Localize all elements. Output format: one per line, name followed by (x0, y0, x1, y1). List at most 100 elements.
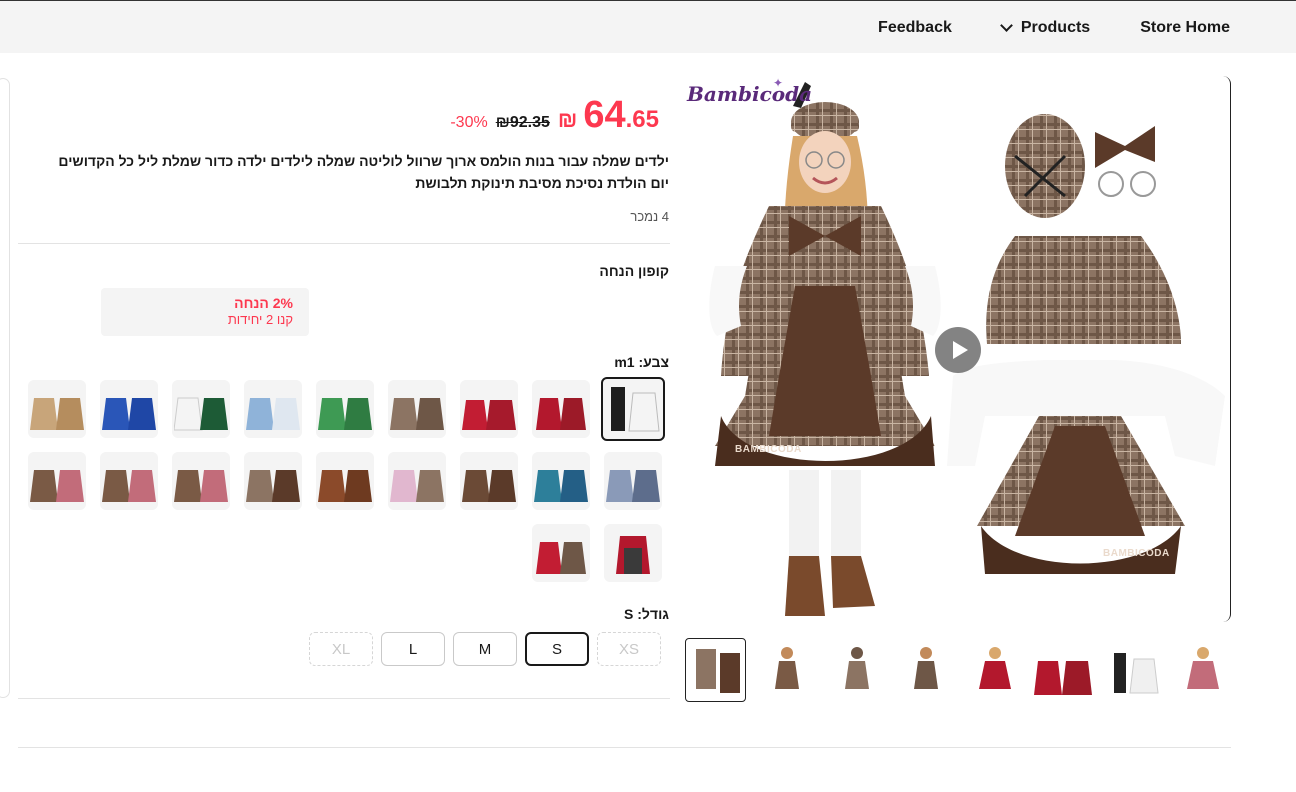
swatch-image (318, 470, 372, 502)
divider (18, 698, 670, 699)
nav-store-home-label: Store Home (1140, 18, 1230, 36)
nav-feedback-label: Feedback (878, 18, 952, 36)
color-swatch[interactable] (28, 452, 86, 510)
swatch-image (30, 470, 84, 502)
color-swatch[interactable] (316, 380, 374, 438)
color-title: צבע: m1 (614, 354, 669, 370)
price-row: -30% ₪92.35 ₪ 64 .65 (450, 94, 659, 137)
thumb-image (913, 647, 938, 689)
color-swatch[interactable] (388, 380, 446, 438)
price-integer: 64 (583, 94, 626, 136)
thumb-image (1113, 653, 1159, 694)
swatch-image (174, 470, 228, 502)
swatch-image (462, 400, 516, 430)
size-option-xs[interactable]: XS (597, 632, 661, 666)
size-option-m[interactable]: M (453, 632, 517, 666)
coupon-title: קופון הנחה (599, 263, 669, 279)
gallery-thumb[interactable] (1031, 638, 1092, 702)
thumb-image (1186, 647, 1219, 689)
size-option-s[interactable]: S (525, 632, 589, 666)
swatch-image (246, 398, 300, 430)
swatch-image (30, 398, 84, 430)
color-swatch[interactable] (172, 452, 230, 510)
chevron-down-icon (999, 18, 1013, 32)
thumb-image (1034, 661, 1092, 695)
swatch-image (390, 470, 444, 502)
divider (18, 243, 670, 244)
nav-products[interactable]: Products (999, 18, 1091, 37)
watermark-right: BAMBICODA (1103, 548, 1170, 559)
swatch-image (462, 470, 516, 502)
divider (18, 747, 1231, 748)
gallery-thumb[interactable] (754, 638, 815, 702)
gallery-thumb[interactable] (1101, 638, 1162, 702)
swatch-image (606, 470, 660, 502)
swatch-image (536, 398, 586, 430)
watermark-left: BAMBICODA (735, 444, 802, 455)
gallery-thumb[interactable] (1170, 638, 1231, 702)
product-gallery-main[interactable]: Bambicoda ✦ BAMBICODA BAMBICODA (685, 76, 1231, 622)
current-price: ₪ 64 .65 (558, 94, 659, 137)
accessories-group (947, 114, 1225, 574)
swatch-image (536, 542, 586, 574)
top-nav-bar: Feedback Products Store Home (0, 0, 1296, 53)
size-option-l[interactable]: L (381, 632, 445, 666)
store-nav: Feedback Products Store Home (878, 1, 1230, 54)
color-swatch[interactable] (532, 380, 590, 438)
brand-logo: Bambicoda (687, 82, 813, 106)
price-decimal: .65 (625, 106, 659, 133)
swatch-image (390, 398, 444, 430)
coupon-card[interactable]: 2% הנחה קנו 2 יחידות (101, 288, 309, 336)
color-swatch[interactable] (604, 524, 662, 582)
coupon-percent: 2% הנחה (234, 295, 293, 311)
nav-feedback[interactable]: Feedback (878, 19, 952, 37)
swatch-image (102, 398, 156, 430)
swatch-image (102, 470, 156, 502)
swatch-image (174, 397, 228, 431)
discount-badge: -30% (450, 114, 488, 131)
gallery-thumb[interactable] (893, 638, 954, 702)
color-swatch[interactable] (244, 452, 302, 510)
coupon-condition: קנו 2 יחידות (227, 312, 293, 327)
color-swatch[interactable] (28, 380, 86, 438)
swatch-image (616, 536, 650, 574)
sold-count: 4 נמכר (630, 209, 669, 224)
color-swatch[interactable] (532, 452, 590, 510)
size-options: XL L M S XS (309, 632, 661, 666)
swatch-image (534, 470, 588, 502)
size-option-xl[interactable]: XL (309, 632, 373, 666)
nav-store-home[interactable]: Store Home (1140, 19, 1230, 37)
color-swatch[interactable] (172, 380, 230, 438)
color-swatch-grid (22, 377, 665, 582)
color-swatch[interactable] (604, 452, 662, 510)
thumb-image (979, 647, 1011, 689)
swatch-image (318, 398, 372, 430)
color-swatch[interactable] (100, 452, 158, 510)
product-title: ילדים שמלה עבור בנות הולמס ארוך שרוול לו… (58, 153, 669, 191)
gallery-thumb[interactable] (685, 638, 747, 702)
size-title: גודל: S (624, 606, 669, 622)
thumb-image (775, 647, 800, 689)
swatch-image (611, 387, 660, 432)
color-swatch[interactable] (601, 377, 665, 441)
nav-products-label: Products (1020, 18, 1091, 36)
play-icon (952, 341, 968, 359)
color-swatch[interactable] (388, 452, 446, 510)
swatch-image (246, 470, 300, 502)
color-swatch[interactable] (460, 380, 518, 438)
side-panel-edge (0, 78, 10, 698)
original-price: ₪92.35 (495, 114, 550, 131)
play-video-button[interactable] (935, 327, 981, 373)
color-swatch[interactable] (244, 380, 302, 438)
thumb-image (696, 649, 740, 693)
color-swatch[interactable] (316, 452, 374, 510)
girl-model-figure (709, 82, 941, 616)
color-swatch[interactable] (460, 452, 518, 510)
brand-star-icon: ✦ (773, 76, 784, 90)
gallery-thumb[interactable] (824, 638, 885, 702)
price-currency: ₪ (557, 107, 578, 132)
color-swatch[interactable] (100, 380, 158, 438)
color-swatch[interactable] (532, 524, 590, 582)
gallery-thumb[interactable] (962, 638, 1023, 702)
thumb-image (844, 647, 869, 689)
